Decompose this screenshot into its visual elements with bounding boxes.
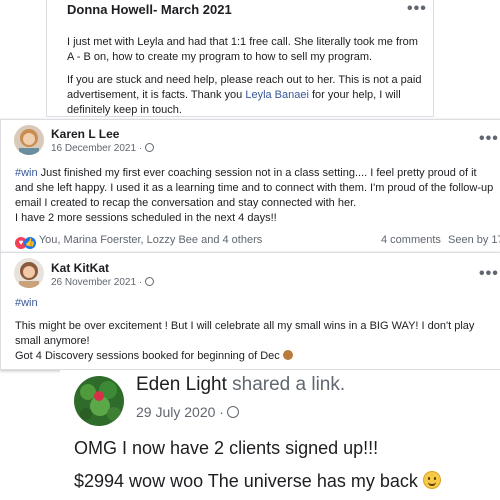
more-options-icon[interactable]: ••• — [479, 130, 499, 148]
avatar[interactable] — [74, 376, 124, 426]
post-text-line: $2994 wow woo The universe has my back — [74, 471, 441, 492]
more-options-icon[interactable]: ••• — [479, 265, 499, 283]
avatar[interactable] — [14, 258, 44, 288]
post-date[interactable]: 29 July 2020 · — [136, 404, 239, 420]
post-card-eden: Eden Light shared a link. 29 July 2020 ·… — [60, 370, 500, 500]
hashtag-link[interactable]: #win — [15, 297, 38, 309]
post-text: I have 2 more sessions scheduled in the … — [15, 212, 277, 224]
avatar-image-icon — [14, 258, 44, 288]
like-reaction-icon: 👍 — [24, 237, 36, 249]
post-text: Got 4 Discovery sessions booked for begi… — [15, 350, 280, 362]
post-card-donna: Donna Howell- March 2021 ••• I just met … — [46, 0, 434, 117]
reactions-text: You, Marina Foerster, Lozzy Bee and 4 ot… — [38, 234, 263, 246]
post-card-kat: Kat KitKat 26 November 2021 · ••• #win T… — [0, 252, 500, 370]
mention-link[interactable]: Leyla Banaei — [245, 89, 309, 101]
globe-icon — [145, 277, 155, 286]
seen-by-count[interactable]: Seen by 17 — [448, 234, 500, 246]
post-paragraph: I just met with Leyla and had that 1:1 f… — [67, 36, 418, 63]
post-body: This might be over excitement ! But I wi… — [15, 319, 495, 364]
more-options-icon[interactable]: ••• — [407, 0, 427, 18]
post-text: $2994 wow woo The universe has my back — [74, 471, 418, 491]
post-card-karen: Karen L Lee 16 December 2021 · ••• #win … — [0, 119, 500, 253]
smiley-emoji-icon — [422, 471, 441, 489]
reactions-summary[interactable]: ♥ 👍 You, Marina Foerster, Lozzy Bee and 4… — [15, 234, 262, 249]
avatar[interactable] — [14, 125, 44, 155]
avatar-image-icon — [74, 376, 124, 426]
post-text: Just finished my first ever coaching ses… — [15, 167, 494, 209]
cookie-emoji-icon — [282, 350, 293, 360]
post-text: OMG I now have 2 clients signed up!!! — [74, 438, 379, 458]
globe-icon — [226, 406, 239, 418]
comments-count[interactable]: 4 comments — [381, 234, 441, 246]
post-author-line: Eden Light shared a link. — [136, 374, 345, 396]
post-text: This might be over excitement ! But I wi… — [15, 320, 475, 347]
globe-icon — [145, 143, 155, 152]
post-date-text: 16 December 2021 · — [51, 143, 143, 154]
post-date-text: 29 July 2020 · — [136, 404, 224, 420]
post-action-text: shared a link. — [226, 374, 346, 395]
post-body: #win Just finished my first ever coachin… — [15, 166, 495, 226]
post-date[interactable]: 16 December 2021 · — [51, 143, 155, 154]
post-author-name[interactable]: Karen L Lee — [51, 127, 119, 141]
post-paragraph: If you are stuck and need help, please r… — [67, 73, 422, 116]
post-author-name[interactable]: Eden Light — [136, 374, 227, 395]
avatar-image-icon — [14, 125, 44, 155]
hashtag-link[interactable]: #win — [15, 167, 38, 179]
post-author-name[interactable]: Kat KitKat — [51, 261, 109, 275]
post-author-name[interactable]: Donna Howell- March 2021 — [67, 2, 232, 17]
post-date[interactable]: 26 November 2021 · — [51, 277, 155, 288]
post-date-text: 26 November 2021 · — [51, 277, 143, 288]
post-body: I just met with Leyla and had that 1:1 f… — [67, 35, 422, 116]
